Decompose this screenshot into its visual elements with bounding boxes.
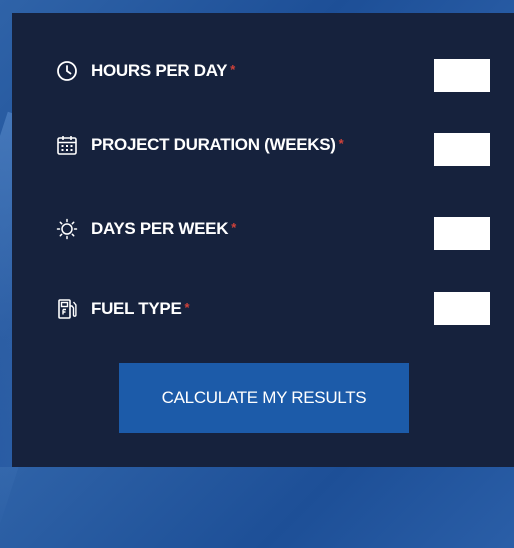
calculate-results-button[interactable]: CALCULATE MY RESULTS xyxy=(119,363,409,433)
fuel-type-label: FUEL TYPE * xyxy=(91,299,190,318)
required-asterisk: * xyxy=(338,136,344,151)
form-row-days-per-week: DAYS PER WEEK * xyxy=(12,209,514,250)
days-per-week-label: DAYS PER WEEK * xyxy=(91,219,236,238)
calendar-icon xyxy=(57,136,77,155)
form-row-hours-per-day: HOURS PER DAY * xyxy=(12,51,514,92)
form-row-fuel-type: FUEL TYPE * xyxy=(12,289,514,329)
days-per-week-input[interactable] xyxy=(434,217,490,250)
project-duration-input[interactable] xyxy=(434,133,490,166)
hours-per-day-input[interactable] xyxy=(434,59,490,92)
form-row-project-duration: PROJECT DURATION (WEEKS) * xyxy=(12,125,514,166)
clock-icon xyxy=(57,61,77,81)
hours-per-day-label: HOURS PER DAY * xyxy=(91,61,235,80)
fuel-type-input[interactable] xyxy=(434,292,490,325)
sun-icon xyxy=(56,218,78,240)
required-asterisk: * xyxy=(184,300,190,315)
required-asterisk: * xyxy=(230,62,235,77)
required-asterisk: * xyxy=(231,220,236,235)
project-duration-label: PROJECT DURATION (WEEKS) * xyxy=(91,135,344,154)
calculator-form-panel: HOURS PER DAY * PROJECT DURATION (WEEKS) * xyxy=(12,13,514,467)
fuel-pump-icon xyxy=(58,299,77,319)
